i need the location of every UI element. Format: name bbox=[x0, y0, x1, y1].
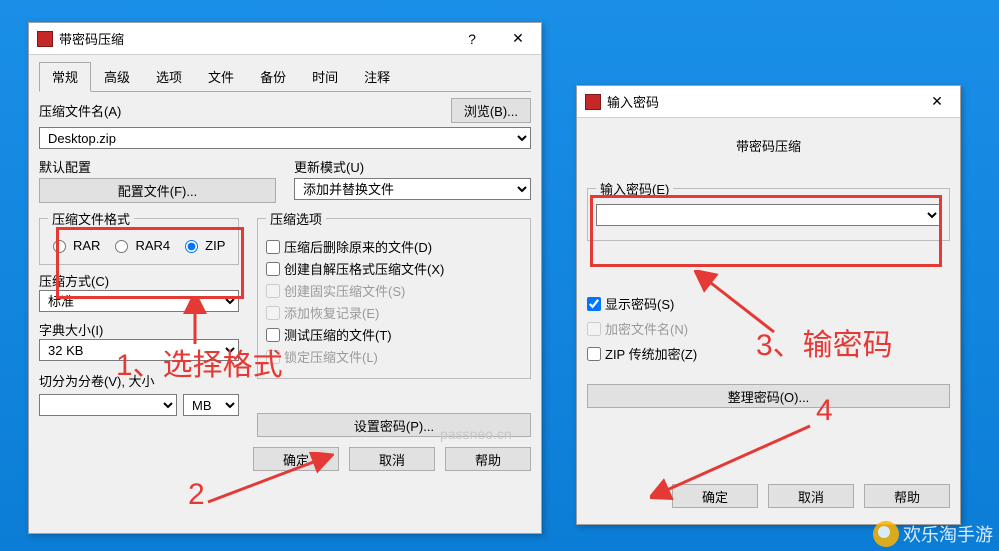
tab-options[interactable]: 选项 bbox=[143, 62, 195, 92]
cancel-button[interactable]: 取消 bbox=[349, 447, 435, 471]
update-mode-label: 更新模式(U) bbox=[294, 160, 364, 175]
format-zip[interactable]: ZIP bbox=[180, 237, 225, 253]
dict-select[interactable]: 32 KB bbox=[39, 339, 239, 361]
tabs: 常规 高级 选项 文件 备份 时间 注释 bbox=[39, 61, 531, 92]
tab-time[interactable]: 时间 bbox=[299, 62, 351, 92]
brand-logo-icon bbox=[873, 521, 899, 547]
tab-files[interactable]: 文件 bbox=[195, 62, 247, 92]
archive-name-field[interactable]: Desktop.zip bbox=[39, 127, 531, 149]
brand-watermark: 欢乐淘手游 bbox=[873, 521, 993, 547]
tab-general[interactable]: 常规 bbox=[39, 62, 91, 92]
set-password-button[interactable]: 设置密码(P)... bbox=[257, 413, 531, 437]
method-label: 压缩方式(C) bbox=[39, 274, 109, 289]
dialog-heading: 带密码压缩 bbox=[587, 124, 950, 173]
close-button[interactable]: ✕ bbox=[914, 86, 960, 118]
split-size-select[interactable] bbox=[39, 394, 177, 416]
browse-button[interactable]: 浏览(B)... bbox=[451, 98, 531, 123]
cancel-button[interactable]: 取消 bbox=[768, 484, 854, 508]
help-button[interactable]: 帮助 bbox=[445, 447, 531, 471]
password-dialog: 输入密码 ✕ 带密码压缩 输入密码(E) 显示密码(S) 加密文件名(N) ZI… bbox=[576, 85, 961, 525]
archive-name-label: 压缩文件名(A) bbox=[39, 101, 121, 120]
ok-button[interactable]: 确定 bbox=[672, 484, 758, 508]
update-mode-select[interactable]: 添加并替换文件 bbox=[294, 178, 531, 200]
tab-comment[interactable]: 注释 bbox=[351, 62, 403, 92]
opt-test[interactable]: 测试压缩的文件(T) bbox=[266, 325, 522, 344]
encrypt-filenames: 加密文件名(N) bbox=[587, 319, 950, 338]
help-button[interactable]: ? bbox=[449, 23, 495, 55]
opt-sfx[interactable]: 创建自解压格式压缩文件(X) bbox=[266, 259, 522, 278]
split-label: 切分为分卷(V), 大小 bbox=[39, 374, 155, 389]
close-button[interactable]: ✕ bbox=[495, 23, 541, 55]
titlebar: 输入密码 ✕ bbox=[577, 86, 960, 118]
format-group: 压缩文件格式 RAR RAR4 ZIP bbox=[39, 209, 239, 265]
dict-label: 字典大小(I) bbox=[39, 323, 103, 338]
brand-name: 欢乐淘手游 bbox=[903, 521, 993, 547]
window-title: 输入密码 bbox=[607, 92, 914, 111]
window-title: 带密码压缩 bbox=[59, 29, 449, 48]
format-rar4[interactable]: RAR4 bbox=[110, 237, 170, 253]
show-password[interactable]: 显示密码(S) bbox=[587, 294, 950, 313]
tab-backup[interactable]: 备份 bbox=[247, 62, 299, 92]
method-select[interactable]: 标准 bbox=[39, 290, 239, 312]
split-unit-select[interactable]: MB bbox=[183, 394, 239, 416]
tab-advanced[interactable]: 高级 bbox=[91, 62, 143, 92]
password-field[interactable] bbox=[596, 204, 941, 226]
options-group: 压缩选项 压缩后删除原来的文件(D) 创建自解压格式压缩文件(X) 创建固实压缩… bbox=[257, 209, 531, 379]
options-label: 压缩选项 bbox=[266, 209, 326, 228]
app-icon bbox=[37, 31, 53, 47]
app-icon bbox=[585, 94, 601, 110]
organize-passwords-button[interactable]: 整理密码(O)... bbox=[587, 384, 950, 408]
zip-legacy[interactable]: ZIP 传统加密(Z) bbox=[587, 344, 950, 363]
format-label: 压缩文件格式 bbox=[48, 209, 134, 228]
opt-delete[interactable]: 压缩后删除原来的文件(D) bbox=[266, 237, 522, 256]
password-group: 输入密码(E) bbox=[587, 179, 950, 241]
profiles-button[interactable]: 配置文件(F)... bbox=[39, 178, 276, 203]
profile-label: 默认配置 bbox=[39, 160, 91, 175]
opt-lock: 锁定压缩文件(L) bbox=[266, 347, 522, 366]
titlebar: 带密码压缩 ? ✕ bbox=[29, 23, 541, 55]
opt-solid: 创建固实压缩文件(S) bbox=[266, 281, 522, 300]
help-button[interactable]: 帮助 bbox=[864, 484, 950, 508]
opt-recovery: 添加恢复记录(E) bbox=[266, 303, 522, 322]
password-label: 输入密码(E) bbox=[596, 179, 673, 198]
format-rar[interactable]: RAR bbox=[48, 237, 100, 253]
compress-dialog: 带密码压缩 ? ✕ 常规 高级 选项 文件 备份 时间 注释 压缩文件名(A) … bbox=[28, 22, 542, 534]
ok-button[interactable]: 确定 bbox=[253, 447, 339, 471]
